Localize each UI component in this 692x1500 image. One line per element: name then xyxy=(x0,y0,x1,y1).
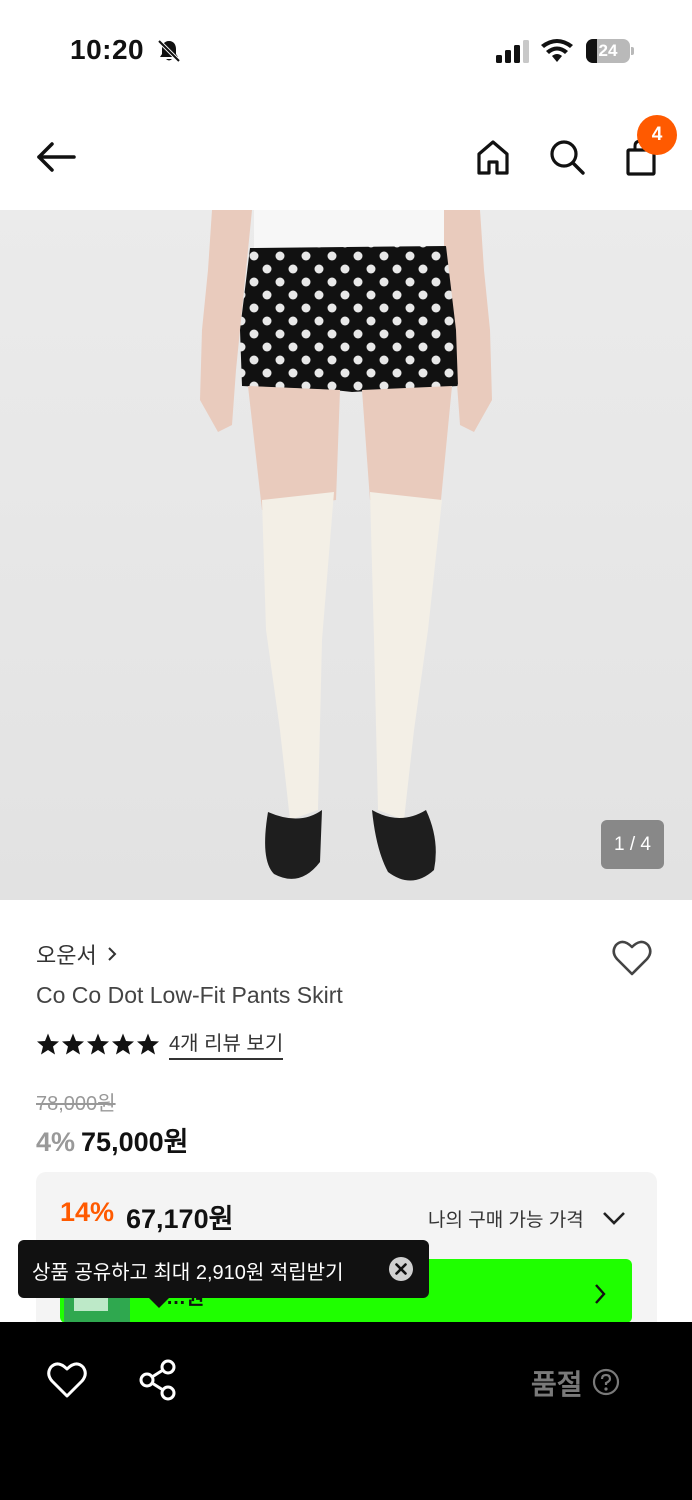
star-icon xyxy=(62,1033,84,1054)
chevron-right-icon xyxy=(595,1284,606,1304)
product-image[interactable] xyxy=(0,210,692,900)
tooltip-text: 상품 공유하고 최대 2,910원 적립받기 xyxy=(32,1262,344,1284)
tooltip-arrow xyxy=(149,1298,169,1308)
product-photo xyxy=(200,210,492,881)
share-reward-tooltip: 상품 공유하고 최대 2,910원 적립받기 xyxy=(18,1240,429,1308)
home-icon xyxy=(477,140,509,175)
status-bar: 10:20 24 xyxy=(0,0,692,100)
brand-name: 오운서 xyxy=(36,943,97,968)
star-icon xyxy=(87,1033,109,1054)
my-price-label[interactable]: 나의 구매 가능 가격 xyxy=(428,1205,584,1232)
review-link[interactable]: 4개 리뷰 보기 xyxy=(169,1027,284,1060)
heart-icon[interactable] xyxy=(44,1357,90,1403)
sale-price: 75,000원 xyxy=(81,1127,189,1157)
image-counter: 1 / 4 xyxy=(601,820,664,869)
signal-icon xyxy=(496,40,529,63)
home-button[interactable] xyxy=(469,133,517,181)
battery-icon: 24 xyxy=(586,39,634,63)
status-time: 10:20 xyxy=(70,34,145,65)
wishlist-heart-icon[interactable] xyxy=(608,934,656,982)
bottom-action-bar xyxy=(0,1322,692,1500)
wifi-icon xyxy=(541,39,573,62)
chevron-down-icon[interactable] xyxy=(600,1205,628,1231)
brand-link[interactable]: 오운서 xyxy=(36,938,119,970)
share-icon[interactable] xyxy=(135,1357,181,1403)
product-title: Co Co Dot Low-Fit Pants Skirt xyxy=(36,982,343,1008)
my-price: 67,170원 xyxy=(126,1204,234,1234)
rating-row: 4개 리뷰 보기 xyxy=(36,1027,284,1060)
star-icon xyxy=(137,1033,159,1054)
cart-count-badge: 4 xyxy=(637,115,677,155)
discount-rate: 4% xyxy=(36,1127,76,1157)
rating-stars xyxy=(36,1032,161,1056)
search-button[interactable] xyxy=(543,133,591,181)
star-icon xyxy=(112,1033,134,1054)
arrow-left-icon xyxy=(37,142,76,172)
battery-level: 24 xyxy=(598,41,618,60)
price-row: 4% 75,000원 xyxy=(36,1120,188,1159)
chevron-right-icon xyxy=(108,947,117,961)
original-price: 78,000원 xyxy=(36,1093,116,1115)
back-button[interactable] xyxy=(32,133,80,181)
close-icon[interactable] xyxy=(388,1256,414,1282)
help-icon[interactable] xyxy=(592,1368,620,1396)
star-icon xyxy=(37,1033,59,1054)
my-discount-rate: 14% xyxy=(60,1197,115,1227)
bell-slash-icon xyxy=(157,39,181,63)
search-icon xyxy=(550,140,585,175)
soldout-status: 품절 xyxy=(531,1369,583,1400)
